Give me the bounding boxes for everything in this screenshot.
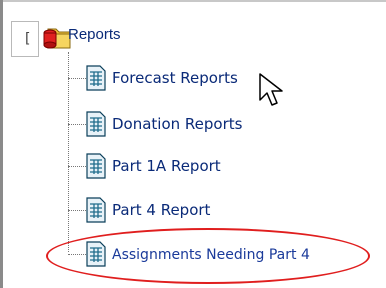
report-document-icon: [86, 153, 106, 179]
tree-item-label: Donation Reports: [112, 115, 243, 133]
tree-item-label: Part 1A Report: [112, 157, 221, 175]
arrow-cursor-icon: [259, 73, 283, 106]
highlight-ellipse: [46, 228, 370, 284]
toggle-glyph: [: [25, 31, 31, 47]
tree-item-part-4-report[interactable]: Part 4 Report: [68, 196, 368, 224]
tree-item-part-1a-report[interactable]: Part 1A Report: [68, 152, 368, 180]
tree-item-donation-reports[interactable]: Donation Reports: [68, 110, 368, 138]
tree-item-label: Part 4 Report: [112, 201, 211, 219]
left-border: [0, 0, 3, 288]
tree-panel: [ Reports Forecast Reports Donation Repo…: [0, 0, 386, 288]
report-document-icon: [86, 111, 106, 137]
report-document-icon: [86, 197, 106, 223]
tree-root-reports[interactable]: Reports: [68, 26, 121, 43]
top-border: [0, 0, 386, 2]
tree-item-forecast-reports[interactable]: Forecast Reports: [68, 64, 368, 92]
report-document-icon: [86, 65, 106, 91]
tree-item-label: Forecast Reports: [112, 69, 238, 87]
tree-toggle[interactable]: [: [11, 21, 39, 57]
